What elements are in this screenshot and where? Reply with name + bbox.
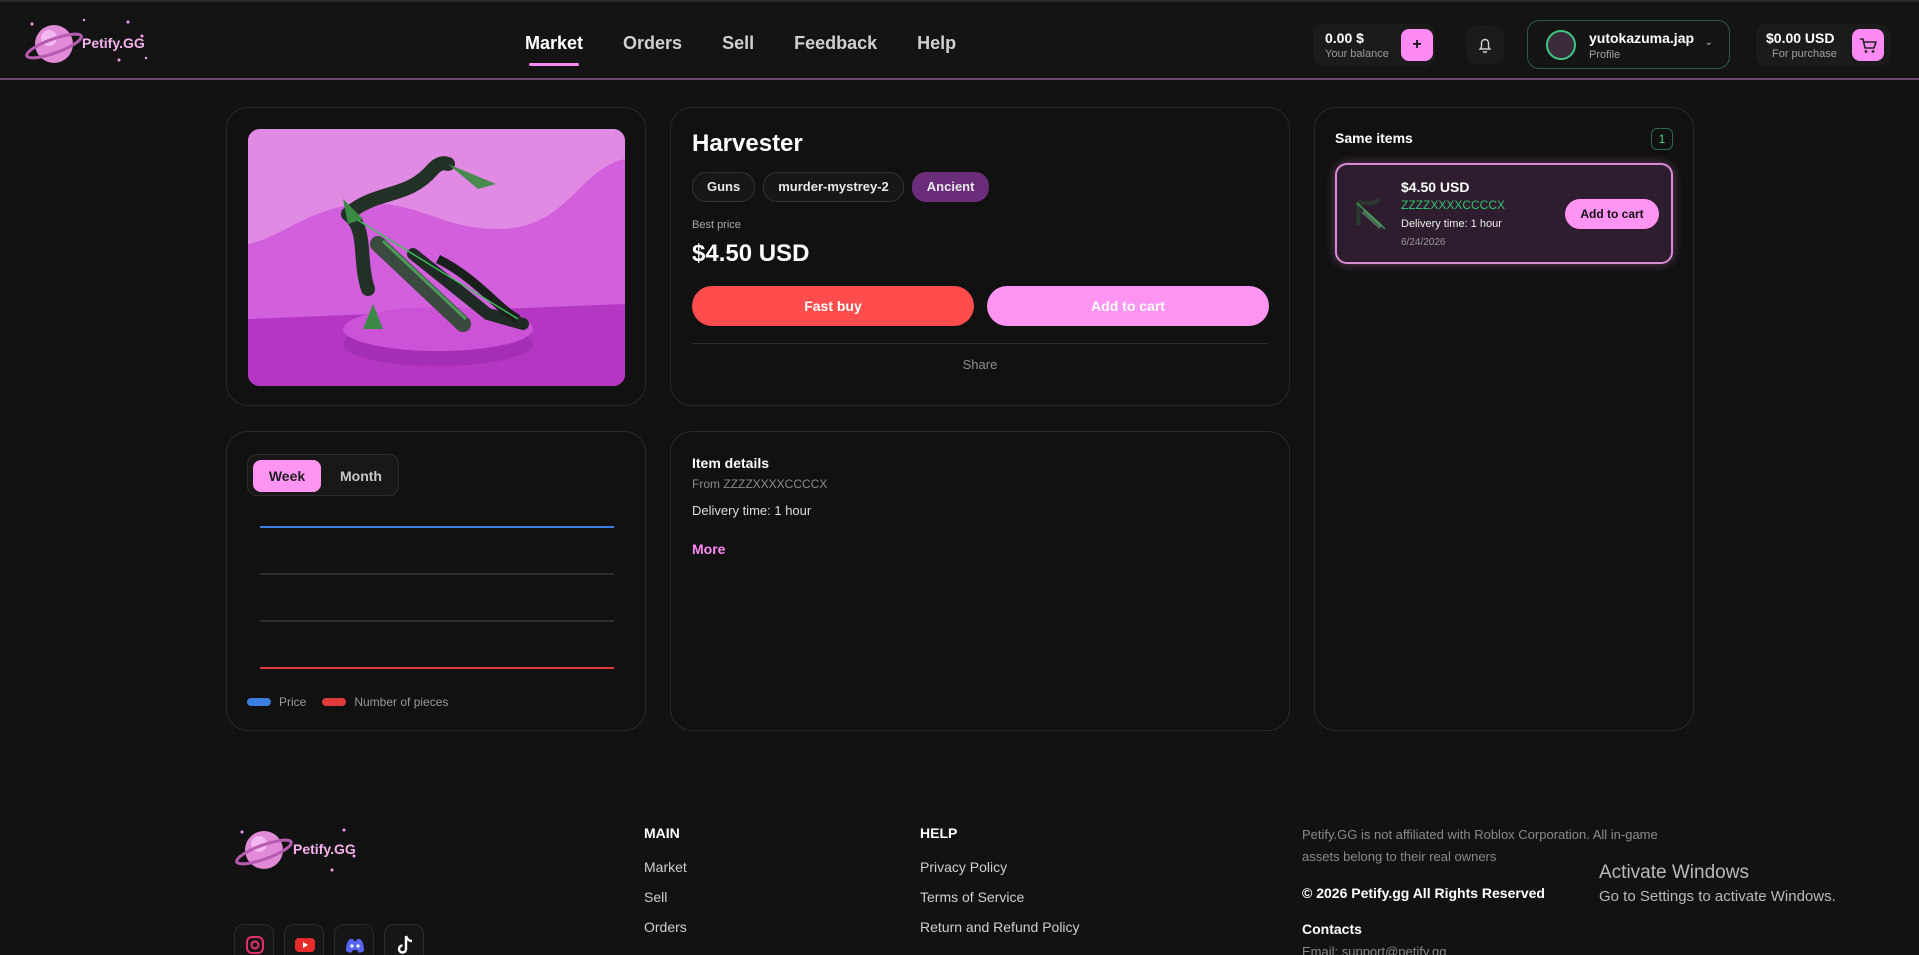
listing-add-to-cart-button[interactable]: Add to cart bbox=[1565, 199, 1659, 229]
item-tags: Guns murder-mystrey-2 Ancient bbox=[692, 172, 990, 202]
same-items-panel: Same items 1 $4.50 USD ZZZZXXXXCCCCX Del… bbox=[1314, 107, 1694, 731]
nav-orders[interactable]: Orders bbox=[623, 33, 682, 54]
footer-logo[interactable]: Petify.GG bbox=[234, 820, 364, 880]
price-chart bbox=[260, 526, 614, 669]
brand-name: Petify.GG bbox=[82, 35, 145, 51]
brand-logo[interactable]: Petify.GG bbox=[24, 14, 156, 72]
chart-legend: Price Number of pieces bbox=[247, 695, 448, 709]
activation-title: Activate Windows bbox=[1599, 862, 1749, 883]
footer-link-market[interactable]: Market bbox=[644, 859, 687, 875]
activation-subtitle: Go to Settings to activate Windows. bbox=[1599, 888, 1836, 905]
item-thumbnail bbox=[1355, 197, 1386, 230]
chevron-down-icon: ⌄ bbox=[1704, 37, 1713, 48]
same-items-title: Same items bbox=[1335, 130, 1413, 146]
footer-help-links: HELP Privacy Policy Terms of Service Ret… bbox=[920, 825, 1080, 949]
balance-amount: 0.00 $ bbox=[1325, 30, 1364, 46]
legend-price-label: Price bbox=[279, 695, 307, 709]
same-items-count: 1 bbox=[1651, 128, 1673, 150]
youtube-icon bbox=[295, 938, 315, 952]
profile-sub: Profile bbox=[1589, 49, 1621, 61]
footer-link-sell[interactable]: Sell bbox=[644, 889, 687, 905]
footer-copyright: © 2026 Petify.gg All Rights Reserved bbox=[1302, 885, 1545, 901]
footer-link-refund[interactable]: Return and Refund Policy bbox=[920, 919, 1080, 935]
fast-buy-button[interactable]: Fast buy bbox=[692, 286, 974, 326]
footer-link-terms[interactable]: Terms of Service bbox=[920, 889, 1080, 905]
footer-contacts-title: Contacts bbox=[1302, 921, 1362, 937]
cart-amount: $0.00 USD bbox=[1766, 30, 1835, 46]
bell-icon bbox=[1478, 38, 1492, 54]
tiktok-button[interactable] bbox=[384, 924, 424, 955]
footer-email[interactable]: Email: support@petify.gg bbox=[1302, 944, 1446, 955]
price-swatch bbox=[247, 698, 271, 706]
instagram-icon bbox=[246, 936, 264, 954]
listing-date: 6/24/2026 bbox=[1401, 237, 1446, 248]
item-image bbox=[248, 129, 625, 386]
legend-pieces-label: Number of pieces bbox=[354, 695, 449, 709]
nav-feedback[interactable]: Feedback bbox=[794, 33, 877, 54]
tag-game[interactable]: murder-mystrey-2 bbox=[763, 172, 904, 202]
listing-delivery: Delivery time: 1 hour bbox=[1401, 218, 1502, 230]
footer-link-orders[interactable]: Orders bbox=[644, 919, 687, 935]
balance-label: Your balance bbox=[1325, 48, 1389, 60]
legend-pieces[interactable]: Number of pieces bbox=[322, 695, 448, 709]
share-link[interactable]: Share bbox=[671, 357, 1289, 372]
item-image-card bbox=[226, 107, 646, 406]
item-details-card: Item details From ZZZZXXXXCCCCX Delivery… bbox=[670, 431, 1290, 731]
windows-activation-watermark: Activate Windows Go to Settings to activ… bbox=[1599, 862, 1836, 905]
best-price-label: Best price bbox=[692, 219, 741, 231]
footer-main-links: MAIN Market Sell Orders bbox=[644, 825, 687, 949]
item-price: $4.50 USD bbox=[692, 240, 810, 267]
instagram-button[interactable] bbox=[234, 924, 274, 955]
avatar bbox=[1546, 30, 1576, 60]
notifications-button[interactable] bbox=[1466, 26, 1504, 64]
footer-link-privacy[interactable]: Privacy Policy bbox=[920, 859, 1080, 875]
legend-price[interactable]: Price bbox=[247, 695, 306, 709]
item-title: Harvester bbox=[692, 130, 803, 157]
youtube-button[interactable] bbox=[284, 924, 324, 955]
footer-brand-name: Petify.GG bbox=[293, 841, 356, 857]
item-info-card: Harvester Guns murder-mystrey-2 Ancient … bbox=[670, 107, 1290, 406]
item-details-title: Item details bbox=[692, 455, 770, 471]
more-link[interactable]: More bbox=[692, 541, 725, 557]
discord-button[interactable] bbox=[334, 924, 374, 955]
main-nav: Market Orders Sell Feedback Help bbox=[525, 33, 956, 66]
footer-help-title: HELP bbox=[920, 825, 958, 841]
cart-label: For purchase bbox=[1772, 48, 1837, 60]
tiktok-icon bbox=[397, 935, 413, 954]
cart-icon bbox=[1860, 38, 1877, 53]
divider bbox=[692, 343, 1268, 344]
discord-icon bbox=[346, 939, 364, 953]
list-item[interactable]: $4.50 USD ZZZZXXXXCCCCX Delivery time: 1… bbox=[1335, 163, 1673, 264]
nav-market[interactable]: Market bbox=[525, 33, 583, 66]
price-chart-card: Week Month Price Number of pieces bbox=[226, 431, 646, 731]
tag-rarity[interactable]: Ancient bbox=[911, 172, 990, 202]
add-funds-button[interactable]: + bbox=[1401, 29, 1433, 61]
tag-category[interactable]: Guns bbox=[692, 172, 756, 202]
item-seller: From ZZZZXXXXCCCCX bbox=[692, 477, 828, 491]
nav-sell[interactable]: Sell bbox=[722, 33, 754, 54]
add-to-cart-button[interactable]: Add to cart bbox=[987, 286, 1269, 326]
footer-main-title: MAIN bbox=[644, 825, 680, 841]
listing-seller[interactable]: ZZZZXXXXCCCCX bbox=[1401, 198, 1505, 212]
profile-menu[interactable]: yutokazuma.jap Profile ⌄ bbox=[1527, 20, 1730, 69]
profile-name: yutokazuma.jap bbox=[1589, 30, 1695, 46]
pieces-swatch bbox=[322, 698, 347, 706]
social-links bbox=[234, 924, 424, 955]
cart-button[interactable] bbox=[1852, 29, 1884, 61]
item-delivery: Delivery time: 1 hour bbox=[692, 503, 812, 518]
top-header: Petify.GG Market Orders Sell Feedback He… bbox=[0, 0, 1919, 80]
harvester-crossbow-image bbox=[248, 129, 625, 386]
listing-price: $4.50 USD bbox=[1401, 179, 1470, 195]
nav-help[interactable]: Help bbox=[917, 33, 956, 54]
